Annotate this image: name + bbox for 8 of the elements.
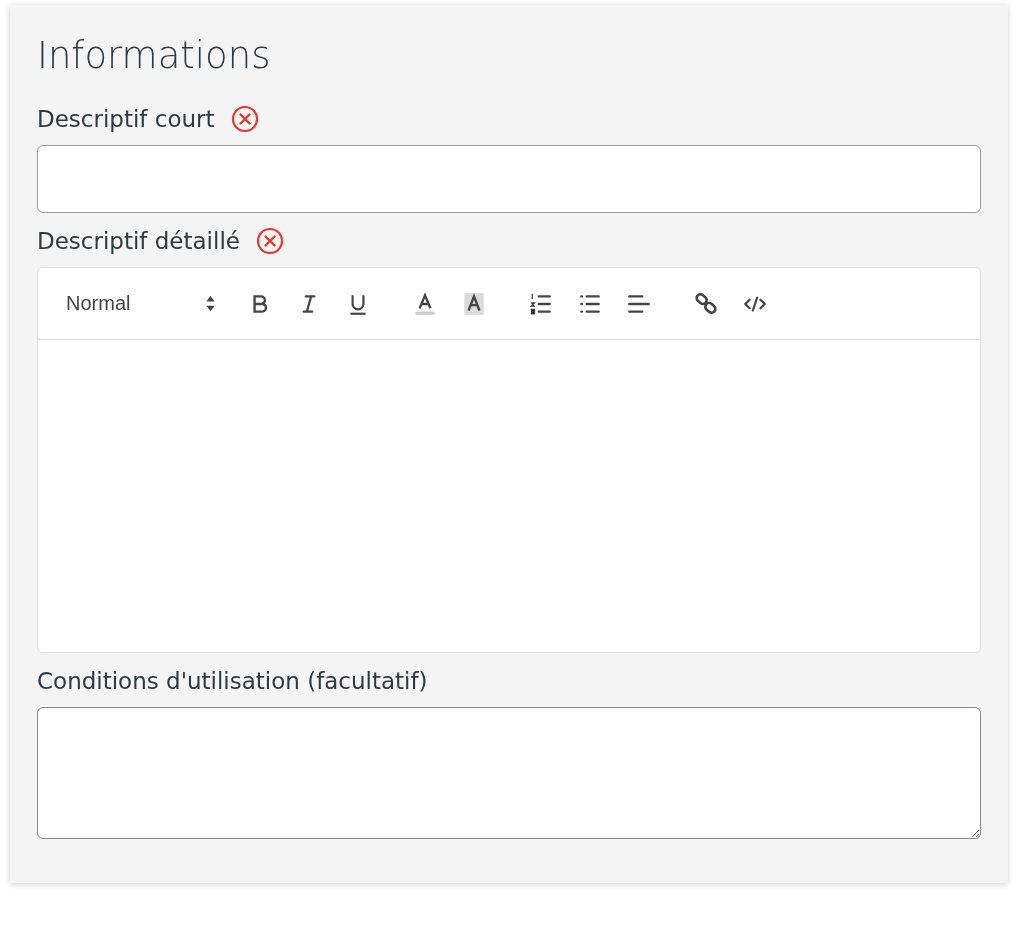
textarea-field[interactable] — [37, 707, 981, 839]
dropdown-arrows-icon — [205, 295, 216, 312]
field-label: Conditions d'utilisation (facultatif) — [37, 668, 428, 694]
header-dropdown[interactable]: Normal — [66, 292, 216, 315]
input-field[interactable] — [37, 145, 981, 213]
field-label: Descriptif court — [37, 106, 215, 132]
field-label: Descriptif détaillé — [37, 228, 240, 254]
section-title: Informations — [37, 33, 272, 79]
